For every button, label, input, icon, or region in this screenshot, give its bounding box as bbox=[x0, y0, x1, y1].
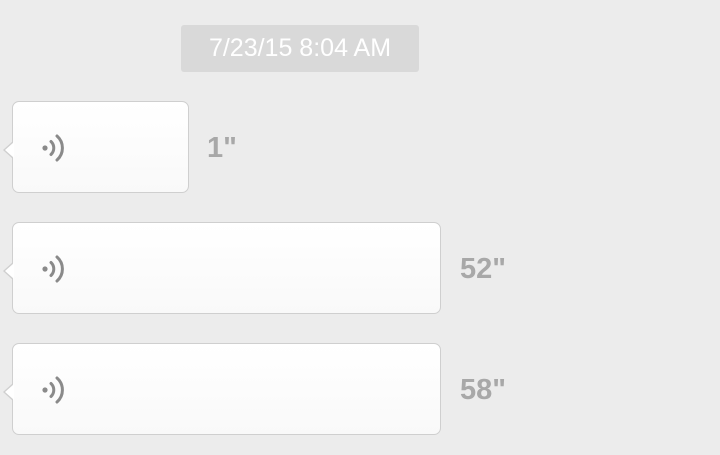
voice-message-bubble[interactable] bbox=[3, 101, 189, 193]
voice-message-bubble[interactable] bbox=[3, 343, 441, 435]
voice-message-duration: 58" bbox=[460, 374, 507, 406]
voice-wave-icon bbox=[42, 134, 64, 162]
voice-wave-icon bbox=[42, 255, 64, 283]
voice-message-duration: 1" bbox=[207, 132, 237, 164]
voice-message-duration: 52" bbox=[460, 253, 507, 285]
voice-wave-icon bbox=[42, 376, 64, 404]
message-timestamp: 7/23/15 8:04 AM bbox=[181, 25, 419, 72]
voice-message-bubble[interactable] bbox=[3, 222, 441, 314]
